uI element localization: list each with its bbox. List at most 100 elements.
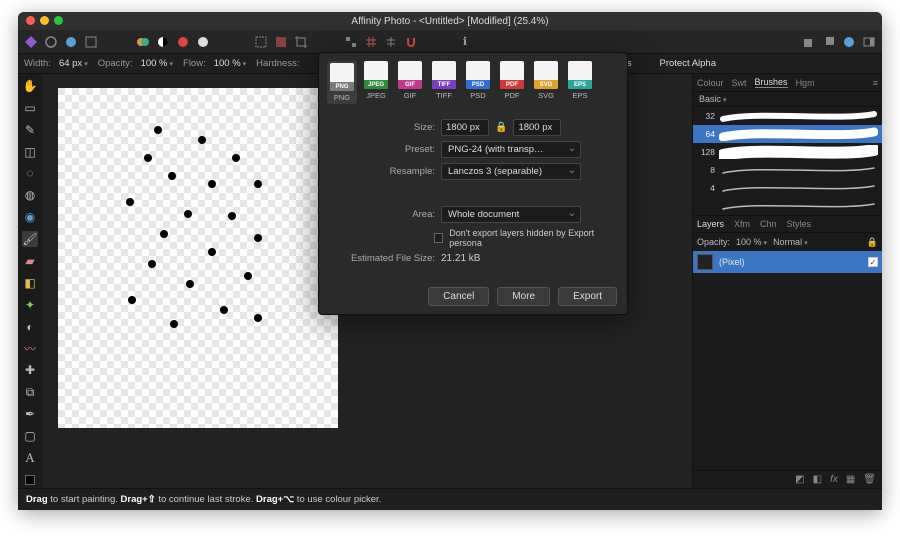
grid-icon[interactable] [364,35,378,49]
healing-tool[interactable]: ✚ [22,363,38,379]
brush-row[interactable] [693,197,882,215]
hardness-label: Hardness: [256,58,299,69]
format-svg[interactable]: SVGSVG [531,61,561,104]
export-button[interactable]: Export [558,287,617,306]
layers-footer: ◩ ◧ fx ▦ 🗑 [693,470,882,488]
alignment-icon[interactable] [384,35,398,49]
close-window-button[interactable] [26,16,35,25]
tab-colour[interactable]: Colour [697,78,724,88]
brush-row[interactable]: 4 [693,179,882,197]
layer-name: (Pixel) [719,257,745,267]
protect-alpha-label[interactable]: Protect Alpha [659,58,716,69]
fill-tool[interactable]: ▰ [22,253,38,269]
quickmask-icon[interactable] [274,35,288,49]
tab-transform[interactable]: Xfm [734,219,750,229]
format-pdf[interactable]: PDFPDF [497,61,527,104]
format-tiff[interactable]: TIFFTIFF [429,61,459,104]
paint-brush-tool[interactable]: 🖌 [22,231,38,247]
color-wheel-icon[interactable] [176,35,190,49]
persona-liquify-icon[interactable] [44,35,58,49]
more-button[interactable]: More [497,287,550,306]
lasso-tool[interactable]: ◌ [22,166,38,182]
selection-brush-tool[interactable]: ✎ [22,122,38,138]
arrange-back-icon[interactable] [802,35,816,49]
flow-label: Flow: [183,58,206,69]
layer-row[interactable]: (Pixel) ✓ [693,251,882,273]
arrange-front-icon[interactable] [822,35,836,49]
shape-tool[interactable]: ▢ [22,428,38,444]
cancel-button[interactable]: Cancel [428,287,489,306]
resample-label: Resample: [329,166,435,177]
tab-channels[interactable]: Chn [760,219,777,229]
persona-develop-icon[interactable] [64,35,78,49]
title-bar: Affinity Photo - <Untitled> [Modified] (… [18,12,882,30]
fx-icon[interactable]: fx [830,474,838,485]
lock-aspect-icon[interactable]: 🔒 [495,122,507,133]
hidden-layers-checkbox[interactable] [434,233,443,243]
layer-visible-checkbox[interactable]: ✓ [868,257,878,267]
panel-menu-icon[interactable]: ≡ [873,78,878,88]
format-psd[interactable]: PSDPSD [463,61,493,104]
size-height-input[interactable]: 1800 px [513,119,561,136]
brush-row[interactable]: 128 [693,143,882,161]
smudge-tool[interactable]: 〰 [22,341,38,357]
move-tool[interactable]: ▭ [22,100,38,116]
tab-swatches[interactable]: Swt [732,78,747,88]
persona-export-icon[interactable] [84,35,98,49]
color-picker-tool[interactable]: ◉ [22,209,38,225]
resample-select[interactable]: Lanczos 3 (separable) [441,163,581,180]
tab-layers[interactable]: Layers [697,219,724,229]
preset-select[interactable]: PNG-24 (with transp… [441,141,581,158]
crop-tool[interactable]: ⧉ [22,384,38,400]
layers-panel-tabs: Layers Xfm Chn Styles [693,215,882,233]
panel-toggle-icon[interactable] [862,35,876,49]
text-tool[interactable]: A [22,450,38,466]
pen-tool[interactable]: ✒ [22,406,38,422]
layer-opacity-value[interactable]: 100 % [736,237,767,247]
contrast-icon[interactable] [156,35,170,49]
arrange-more-icon[interactable] [842,35,856,49]
adjustment-icon[interactable]: ◧ [813,474,822,485]
opacity-value[interactable]: 100 % [141,58,173,69]
format-eps[interactable]: EPSEPS [565,61,595,104]
brush-row[interactable]: 32 [693,107,882,125]
width-value[interactable]: 64 px [59,58,88,69]
brush-category[interactable]: Basic [699,94,727,104]
format-gif[interactable]: GIFGIF [395,61,425,104]
pan-tool[interactable]: ✋ [22,78,38,94]
add-layer-icon[interactable]: ▦ [846,474,855,485]
color-swatch-icon[interactable] [136,35,150,49]
snap-icon[interactable] [344,35,358,49]
mask-icon[interactable]: ◩ [795,474,804,485]
swatch-tool[interactable] [22,472,38,488]
tab-brushes[interactable]: Brushes [755,77,788,88]
persona-photo-icon[interactable] [24,35,38,49]
delete-layer-icon[interactable]: 🗑 [863,474,876,485]
size-width-input[interactable]: 1800 px [441,119,489,136]
clone-tool[interactable]: ✦ [22,297,38,313]
dodge-tool[interactable]: ◐ [22,319,38,335]
area-select[interactable]: Whole document [441,206,581,223]
selection-icon[interactable] [254,35,268,49]
tab-histogram[interactable]: Hgm [796,78,815,88]
minimize-window-button[interactable] [40,16,49,25]
marquee-tool[interactable]: ◫ [22,144,38,160]
flow-value[interactable]: 100 % [214,58,246,69]
paint-dot [126,198,134,206]
brush-row[interactable]: 64 [693,125,882,143]
opacity-label: Opacity: [98,58,133,69]
format-png[interactable]: PNGPNG [327,61,357,104]
magnet-icon[interactable] [404,35,418,49]
layer-lock-icon[interactable]: 🔒 [867,237,878,248]
crop-icon[interactable] [294,35,308,49]
zoom-window-button[interactable] [54,16,63,25]
adjust-icon[interactable] [196,35,210,49]
document-canvas[interactable] [58,88,338,428]
format-jpeg[interactable]: JPEGJPEG [361,61,391,104]
layer-blend-value[interactable]: Normal [773,237,808,247]
eraser-tool[interactable]: ◧ [22,275,38,291]
tab-styles[interactable]: Styles [787,219,812,229]
help-icon[interactable]: ℹ [458,35,472,49]
brush-row[interactable]: 8 [693,161,882,179]
flood-tool[interactable]: ◍ [22,187,38,203]
